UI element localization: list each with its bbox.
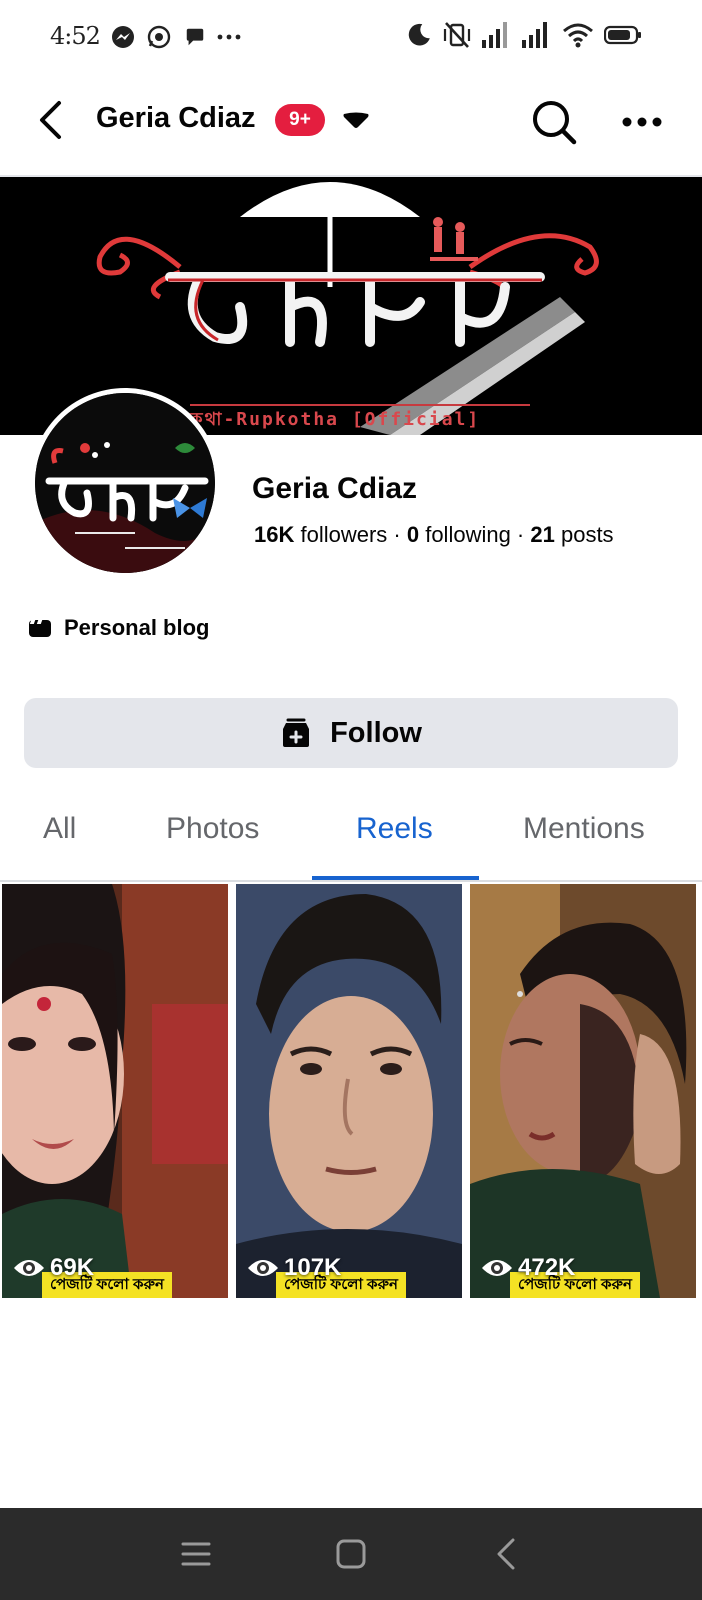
clapperboard-icon	[29, 620, 51, 637]
following-label: following ·	[419, 522, 531, 547]
profile-name: Geria Cdiaz	[252, 472, 418, 505]
reel-views-count: 472K	[518, 1254, 576, 1281]
following-count[interactable]: 0	[407, 522, 419, 547]
tab-mentions[interactable]: Mentions	[523, 812, 645, 846]
whatsapp-icon	[146, 22, 172, 52]
signal-bars-icon	[522, 21, 552, 53]
tab-photos[interactable]: Photos	[166, 812, 259, 846]
more-options-button[interactable]	[618, 100, 666, 144]
battery-icon	[603, 25, 642, 50]
recent-apps-button[interactable]	[174, 1532, 218, 1576]
follow-label: Follow	[330, 716, 422, 749]
search-icon	[533, 101, 577, 145]
reel-thumbnail[interactable]: পেজটি ফলো করুন 107K	[236, 884, 462, 1298]
back-button[interactable]	[28, 96, 72, 144]
reel-views: 69K	[12, 1254, 94, 1282]
reel-views-count: 69K	[50, 1254, 95, 1281]
system-navigation-bar	[0, 1508, 702, 1600]
vibrate-off-icon	[442, 21, 472, 54]
chat-bubble-icon	[182, 22, 208, 52]
category-label: Personal blog	[64, 615, 210, 640]
status-time: 4:52	[50, 22, 101, 50]
status-bar: 4:52	[0, 0, 702, 76]
caret-down-icon	[343, 112, 369, 128]
posts-count: 21	[530, 522, 555, 547]
follow-button[interactable]: Follow	[24, 698, 678, 768]
signal-bars-icon	[482, 21, 512, 53]
status-icons-right	[406, 21, 642, 54]
reel-views: 107K	[246, 1254, 341, 1282]
tab-all[interactable]: All	[43, 812, 76, 846]
content-tabs: All Photos Reels Mentions	[0, 800, 702, 882]
back-nav-button[interactable]	[484, 1532, 528, 1576]
page-title: Geria Cdiaz	[96, 102, 256, 134]
home-square-icon	[336, 1539, 366, 1569]
profile-avatar[interactable]	[30, 388, 220, 578]
reels-grid: পেজটি ফলো করুন 69K পেজটি ফলো করুন 107K প…	[0, 884, 702, 1298]
menu-icon	[181, 1542, 211, 1566]
eye-icon	[248, 1260, 278, 1276]
more-horizontal-icon	[622, 117, 662, 127]
tabs-divider	[0, 880, 702, 882]
wifi-icon	[562, 22, 594, 53]
follow-add-icon	[283, 718, 310, 747]
notification-badge[interactable]: 9+	[275, 104, 325, 136]
reel-views-count: 107K	[284, 1254, 342, 1281]
posts-label: posts	[554, 522, 614, 547]
messenger-icon	[110, 22, 136, 52]
do-not-disturb-moon-icon	[406, 22, 432, 53]
reel-thumbnail[interactable]: পেজটি ফলো করুন 69K	[2, 884, 228, 1298]
eye-icon	[482, 1260, 512, 1276]
reel-views: 472K	[480, 1254, 575, 1282]
home-button[interactable]	[329, 1532, 373, 1576]
eye-icon	[14, 1260, 44, 1276]
app-bar: Geria Cdiaz 9+	[0, 84, 702, 156]
profile-category: Personal blog	[28, 615, 209, 641]
back-arrow-icon	[40, 101, 61, 139]
title-dropdown-button[interactable]	[340, 106, 372, 134]
reel-thumbnail[interactable]: পেজটি ফলো করুন 472K	[470, 884, 696, 1298]
profile-stats: 16K followers · 0 following · 21 posts	[254, 522, 614, 548]
followers-label: followers ·	[294, 522, 407, 547]
followers-count[interactable]: 16K	[254, 522, 294, 547]
search-button[interactable]	[528, 96, 580, 148]
more-dots-icon	[216, 22, 242, 52]
avatar-image	[35, 393, 215, 573]
svg-text:কথা-Rupkotha [Official]: কথা-Rupkotha [Official]	[189, 409, 480, 430]
tab-reels[interactable]: Reels	[356, 812, 433, 846]
back-chevron-icon	[497, 1538, 515, 1570]
